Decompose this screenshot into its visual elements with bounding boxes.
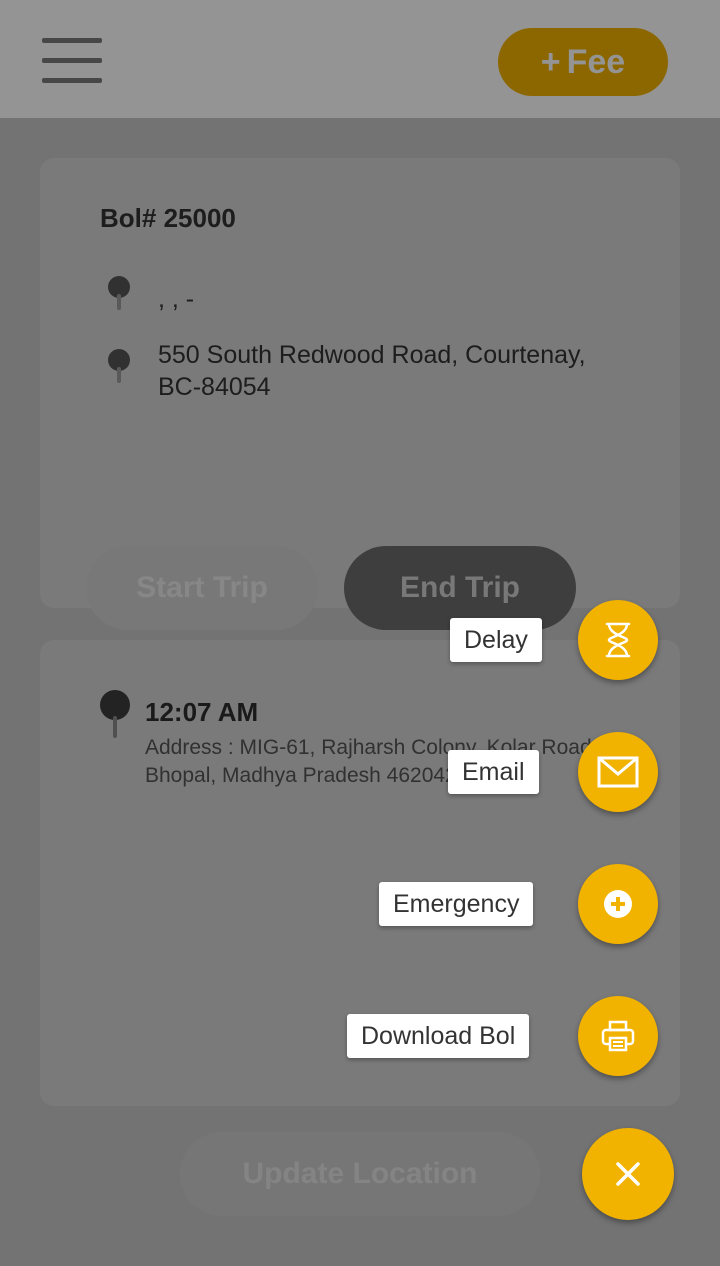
close-icon — [616, 1162, 640, 1186]
close-fab-button[interactable] — [582, 1128, 674, 1220]
download-bol-label[interactable]: Download Bol — [347, 1014, 530, 1058]
email-label[interactable]: Email — [448, 750, 539, 794]
delay-label[interactable]: Delay — [450, 618, 542, 662]
printer-icon — [601, 1020, 635, 1052]
plus-circle-icon — [604, 890, 632, 918]
emergency-label[interactable]: Emergency — [379, 882, 534, 926]
download-bol-button[interactable] — [578, 996, 658, 1076]
delay-button[interactable] — [578, 600, 658, 680]
mail-icon — [597, 756, 639, 788]
hourglass-icon — [605, 622, 631, 658]
email-button[interactable] — [578, 732, 658, 812]
emergency-button[interactable] — [578, 864, 658, 944]
